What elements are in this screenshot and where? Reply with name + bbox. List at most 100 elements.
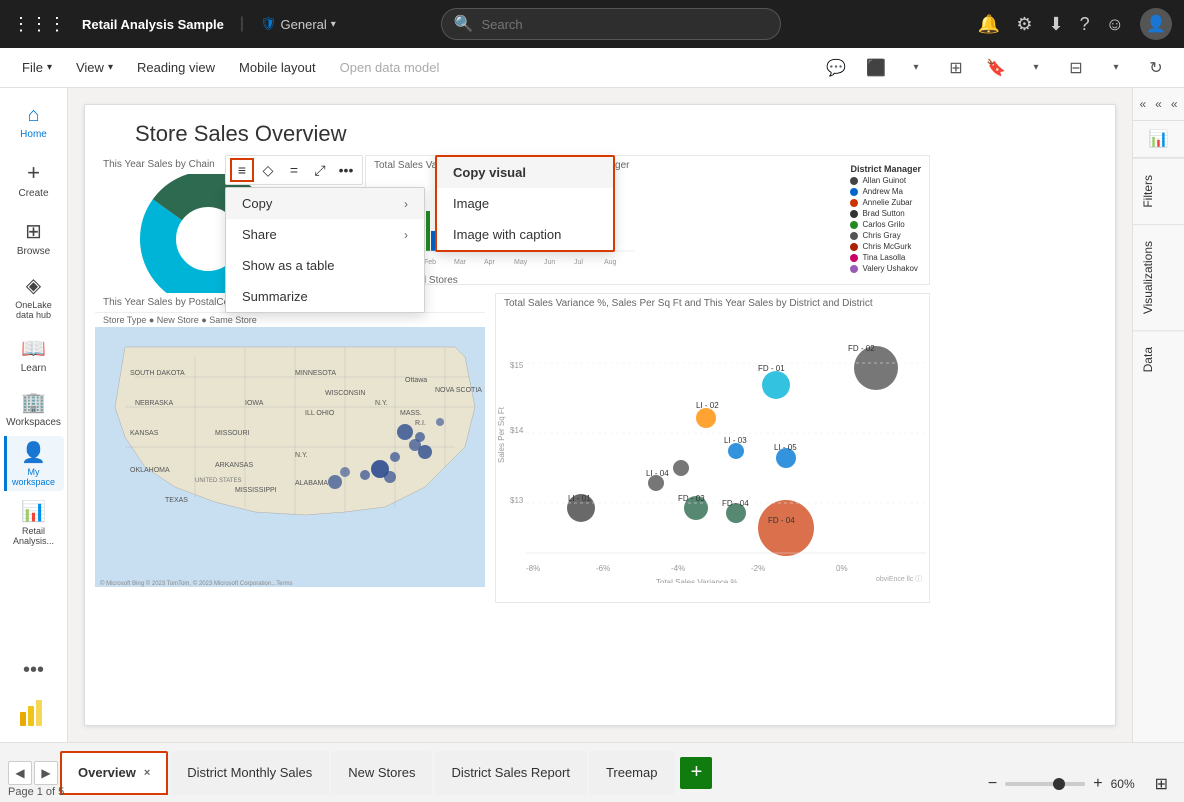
context-menu-summarize[interactable]: Summarize	[226, 281, 424, 312]
zoom-value: 60%	[1111, 777, 1147, 791]
view-icon[interactable]: ⊟	[1060, 52, 1092, 84]
svg-text:FD - 01: FD - 01	[758, 364, 785, 373]
table-icon[interactable]: ⊞	[940, 52, 972, 84]
file-menu[interactable]: File ▾	[12, 56, 62, 79]
shield-icon: 🛡	[260, 16, 277, 32]
svg-text:NOVA SCOTIA: NOVA SCOTIA	[435, 387, 482, 394]
legend-item: Carlos Grilo	[850, 220, 921, 229]
chevron-down-icon4[interactable]: ▾	[1100, 52, 1132, 84]
submenu-copy-visual[interactable]: Copy visual	[437, 157, 613, 188]
svg-text:KANSAS: KANSAS	[130, 430, 159, 437]
search-icon: 🔍	[454, 14, 474, 34]
svg-text:ALABAMA: ALABAMA	[295, 480, 328, 487]
svg-text:LI - 01: LI - 01	[568, 494, 591, 503]
page-status: Page 1 of 5	[8, 786, 64, 798]
tab-district-monthly-sales[interactable]: District Monthly Sales	[170, 751, 329, 795]
svg-text:Mar: Mar	[454, 259, 467, 266]
reading-view-button[interactable]: Reading view	[127, 56, 225, 79]
search-input[interactable]	[481, 17, 767, 32]
bell-icon[interactable]: 🔔	[978, 14, 1000, 35]
svg-text:LI - 02: LI - 02	[696, 401, 719, 410]
retail-icon: 📊	[21, 499, 46, 524]
sidebar-item-retail[interactable]: 📊 Retail Analysis...	[4, 495, 64, 550]
sidebar-item-browse[interactable]: ⊞ Browse	[4, 211, 64, 265]
next-icon: ▶	[41, 766, 50, 780]
svg-text:LI - 05: LI - 05	[774, 443, 797, 452]
svg-text:LI - 03: LI - 03	[724, 436, 747, 445]
sidebar-item-home[interactable]: ⌂ Home	[4, 96, 64, 148]
map-tile: This Year Sales by PostalCode and Store …	[95, 293, 485, 603]
smiley-icon[interactable]: ☺	[1106, 14, 1124, 35]
app-title: Retail Analysis Sample	[82, 17, 224, 32]
zoom-minus-button[interactable]: −	[988, 775, 997, 793]
refresh-icon[interactable]: ↻	[1140, 52, 1172, 84]
tab-close-icon[interactable]: ×	[144, 767, 150, 779]
tab-prev-button[interactable]: ◀	[8, 761, 32, 785]
chevron-down-icon3[interactable]: ▾	[1020, 52, 1052, 84]
add-tab-button[interactable]: +	[680, 757, 712, 789]
context-menu-share[interactable]: Share ›	[226, 219, 424, 250]
chevron-down-icon2[interactable]: ▾	[900, 52, 932, 84]
visual-menu-button[interactable]: ≡	[230, 158, 254, 182]
sidebar-item-workspaces[interactable]: 🏢 Workspaces	[4, 386, 64, 432]
svg-text:FD - 02: FD - 02	[848, 344, 875, 353]
collapse-right-icon[interactable]: «	[1166, 92, 1182, 116]
context-menu-show-table[interactable]: Show as a table	[226, 250, 424, 281]
dashboard-canvas: Store Sales Overview This Year Sales by …	[84, 104, 1116, 726]
sidebar-item-create[interactable]: + Create	[4, 152, 64, 207]
search-bar[interactable]: 🔍	[441, 8, 781, 40]
comment-icon[interactable]: 💬	[820, 52, 852, 84]
sidebar-item-my-workspace[interactable]: 👤 My workspace	[4, 436, 64, 491]
view-menu[interactable]: View ▾	[66, 56, 123, 79]
tab-district-sales-report[interactable]: District Sales Report	[434, 751, 586, 795]
user-avatar[interactable]: 👤	[1140, 8, 1172, 40]
legend-item: Annelie Zubar	[850, 198, 921, 207]
svg-text:Ottawa: Ottawa	[405, 377, 427, 384]
visualizations-panel-tab[interactable]: Visualizations	[1133, 224, 1184, 330]
present-icon[interactable]: ⬛	[860, 52, 892, 84]
open-data-model-button[interactable]: Open data model	[330, 56, 450, 79]
fit-icon[interactable]: ⊞	[1155, 774, 1168, 794]
submenu-image-caption[interactable]: Image with caption	[437, 219, 613, 250]
tab-next-button[interactable]: ▶	[34, 761, 58, 785]
zoom-slider[interactable]	[1005, 782, 1085, 786]
map-svg: SOUTH DAKOTA MINNESOTA WISCONSIN NEBRASK…	[95, 327, 485, 587]
bar-chart-icon[interactable]: 📊	[1133, 121, 1184, 158]
svg-text:-2%: -2%	[751, 564, 765, 573]
collapse-middle-icon[interactable]: «	[1151, 92, 1167, 116]
tab-treemap[interactable]: Treemap	[589, 751, 675, 795]
svg-text:FD - 03: FD - 03	[678, 494, 705, 503]
gear-icon[interactable]: ⚙	[1016, 14, 1032, 35]
apps-icon[interactable]: ⋮⋮⋮	[12, 14, 66, 35]
svg-text:$14: $14	[510, 426, 524, 435]
legend-item: Andrew Ma	[850, 187, 921, 196]
svg-text:Feb: Feb	[424, 259, 436, 266]
sidebar-item-learn[interactable]: 📖 Learn	[4, 328, 64, 382]
svg-text:MASS.: MASS.	[400, 410, 422, 417]
help-icon[interactable]: ?	[1080, 14, 1090, 35]
visual-more-button[interactable]: •••	[334, 158, 358, 182]
submenu-image[interactable]: Image	[437, 188, 613, 219]
tab-overview[interactable]: Overview ×	[60, 751, 168, 795]
visual-expand-button[interactable]: ⤢	[308, 158, 332, 182]
tab-new-stores[interactable]: New Stores	[331, 751, 432, 795]
general-label[interactable]: 🛡 General ▾	[260, 16, 336, 32]
workspaces-icon: 🏢	[21, 390, 46, 415]
mobile-layout-button[interactable]: Mobile layout	[229, 56, 326, 79]
collapse-left-icon[interactable]: «	[1135, 92, 1151, 116]
bookmark-icon[interactable]: 🔖	[980, 52, 1012, 84]
zoom-plus-button[interactable]: +	[1093, 775, 1102, 793]
zoom-thumb[interactable]	[1053, 778, 1065, 790]
sidebar-item-onelake[interactable]: ◈ OneLake data hub	[4, 269, 64, 324]
download-icon[interactable]: ⬇	[1048, 14, 1063, 35]
data-panel-tab[interactable]: Data	[1133, 330, 1184, 388]
context-menu: Copy › Share › Show as a table Summarize	[225, 187, 425, 313]
sidebar-more-button[interactable]: •••	[15, 651, 52, 690]
divider: |	[240, 15, 244, 33]
visual-focus-button[interactable]: ◇	[256, 158, 280, 182]
filters-panel-tab[interactable]: Filters	[1133, 158, 1184, 224]
visual-edit-button[interactable]: =	[282, 158, 306, 182]
context-menu-copy[interactable]: Copy ›	[226, 188, 424, 219]
main-layout: ⌂ Home + Create ⊞ Browse ◈ OneLake data …	[0, 88, 1184, 742]
avatar-icon: 👤	[1146, 14, 1166, 34]
